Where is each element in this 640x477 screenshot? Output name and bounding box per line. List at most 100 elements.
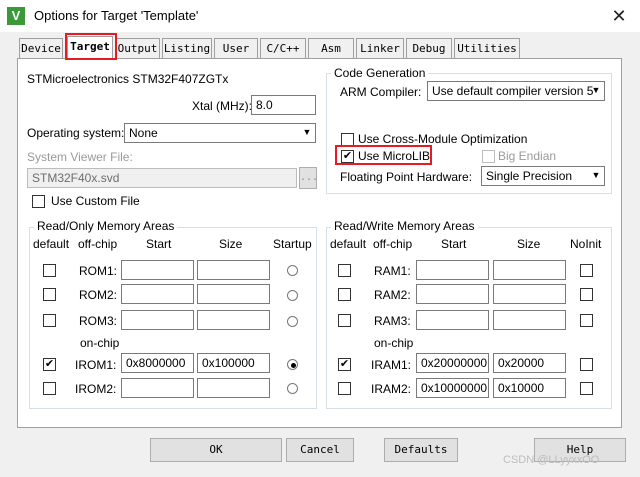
rom3-size-input[interactable] [197,310,270,330]
ram3-noinit-checkbox[interactable] [580,314,593,327]
ro-memory-title: Read/Only Memory Areas [34,219,178,233]
rw-header-default: default [330,237,367,251]
irom1-start-input[interactable]: 0x8000000 [121,353,194,373]
iram1-label: IRAM1: [371,358,412,372]
defaults-button[interactable]: Defaults [384,438,458,462]
rom1-size-input[interactable] [197,260,270,280]
rom1-start-input[interactable] [121,260,194,280]
irom1-label: IROM1: [75,358,117,372]
rom3-label: ROM3: [79,314,118,328]
iram1-size-input[interactable]: 0x20000 [493,353,566,373]
use-custom-file-checkbox[interactable] [32,195,45,208]
big-endian-checkbox[interactable] [482,150,495,163]
irom2-default-checkbox[interactable] [43,382,56,395]
chevron-down-icon: ▼ [302,127,312,137]
rw-header-noinit: NoInit [570,237,602,251]
rom1-default-checkbox[interactable] [43,264,56,277]
ram1-start-input[interactable] [416,260,489,280]
os-value: None [129,126,158,140]
iram2-default-checkbox[interactable] [338,382,351,395]
ram3-start-input[interactable] [416,310,489,330]
arm-compiler-select[interactable]: Use default compiler version 5 ▼ [427,81,605,101]
rom1-startup-radio[interactable] [287,265,298,276]
ram2-label: RAM2: [374,288,411,302]
chevron-down-icon: ▼ [591,85,601,95]
ram2-default-checkbox[interactable] [338,288,351,301]
ram3-default-checkbox[interactable] [338,314,351,327]
target-tab-highlight [65,33,117,60]
iram2-start-input[interactable]: 0x10000000 [416,378,489,398]
rom2-default-checkbox[interactable] [43,288,56,301]
window-title: Options for Target 'Template' [34,8,199,23]
ram1-noinit-checkbox[interactable] [580,264,593,277]
ram3-label: RAM3: [374,314,411,328]
rom2-size-input[interactable] [197,284,270,304]
irom2-label: IROM2: [75,382,117,396]
cross-module-label: Use Cross-Module Optimization [358,132,528,146]
big-endian-label: Big Endian [498,149,557,163]
rom3-start-input[interactable] [121,310,194,330]
ram2-noinit-checkbox[interactable] [580,288,593,301]
ram1-label: RAM1: [374,264,411,278]
cancel-button[interactable]: Cancel [286,438,354,462]
ro-header-start: Start [146,237,172,251]
os-select[interactable]: None ▼ [124,123,316,143]
rom2-startup-radio[interactable] [287,290,298,301]
tab-output[interactable]: Output [115,38,160,58]
fp-hardware-select[interactable]: Single Precision ▼ [481,166,605,186]
tab-device[interactable]: Device [19,38,63,58]
irom1-default-checkbox[interactable]: ✔ [43,358,56,371]
rw-header-start: Start [441,237,467,251]
rom2-start-input[interactable] [121,284,194,304]
iram2-size-input[interactable]: 0x10000 [493,378,566,398]
ro-onchip-label: on-chip [80,336,120,350]
ram1-default-checkbox[interactable] [338,264,351,277]
rw-onchip-label: on-chip [374,336,414,350]
tab-debug[interactable]: Debug [406,38,452,58]
irom2-startup-radio[interactable] [287,383,298,394]
iram2-label: IRAM2: [371,382,412,396]
code-generation-title: Code Generation [331,66,429,80]
rw-memory-title: Read/Write Memory Areas [331,219,478,233]
ram2-start-input[interactable] [416,284,489,304]
chevron-down-icon: ▼ [591,170,601,180]
ok-button[interactable]: OK [150,438,282,462]
close-icon[interactable]: ✕ [604,4,634,28]
irom1-size-input[interactable]: 0x100000 [197,353,270,373]
iram2-noinit-checkbox[interactable] [580,382,593,395]
title-bar: V Options for Target 'Template' ✕ [0,0,640,32]
ro-header-offchip: off-chip [78,237,118,251]
irom1-startup-radio[interactable] [287,359,298,370]
xtal-input[interactable]: 8.0 [251,95,316,115]
irom2-start-input[interactable] [121,378,194,398]
ro-header-default: default [33,237,70,251]
fp-hardware-value: Single Precision [486,169,573,183]
irom2-size-input[interactable] [197,378,270,398]
svd-browse-button[interactable]: ... [299,167,318,189]
iram1-noinit-checkbox[interactable] [580,358,593,371]
tab-listing[interactable]: Listing [162,38,212,58]
tab-cpp[interactable]: C/C++ [260,38,306,58]
iram1-default-checkbox[interactable]: ✔ [338,358,351,371]
ram3-size-input[interactable] [493,310,566,330]
tab-linker[interactable]: Linker [356,38,404,58]
rw-header-offchip: off-chip [373,237,413,251]
iram1-start-input[interactable]: 0x20000000 [416,353,489,373]
rom3-default-checkbox[interactable] [43,314,56,327]
tab-utilities[interactable]: Utilities [454,38,520,58]
ram1-size-input[interactable] [493,260,566,280]
tab-asm[interactable]: Asm [308,38,354,58]
svd-input[interactable]: STM32F40x.svd [27,168,297,188]
ram2-size-input[interactable] [493,284,566,304]
svd-label: System Viewer File: [27,150,133,164]
microlib-highlight [335,145,432,165]
watermark: CSDN @LLyyxxOO [503,454,600,466]
rom1-label: ROM1: [79,264,118,278]
xtal-label: Xtal (MHz): [192,99,252,113]
device-name: STMicroelectronics STM32F407ZGTx [27,72,229,86]
os-label: Operating system: [27,126,125,140]
rom3-startup-radio[interactable] [287,316,298,327]
rom2-label: ROM2: [79,288,118,302]
fp-hardware-label: Floating Point Hardware: [340,170,473,184]
tab-user[interactable]: User [214,38,258,58]
